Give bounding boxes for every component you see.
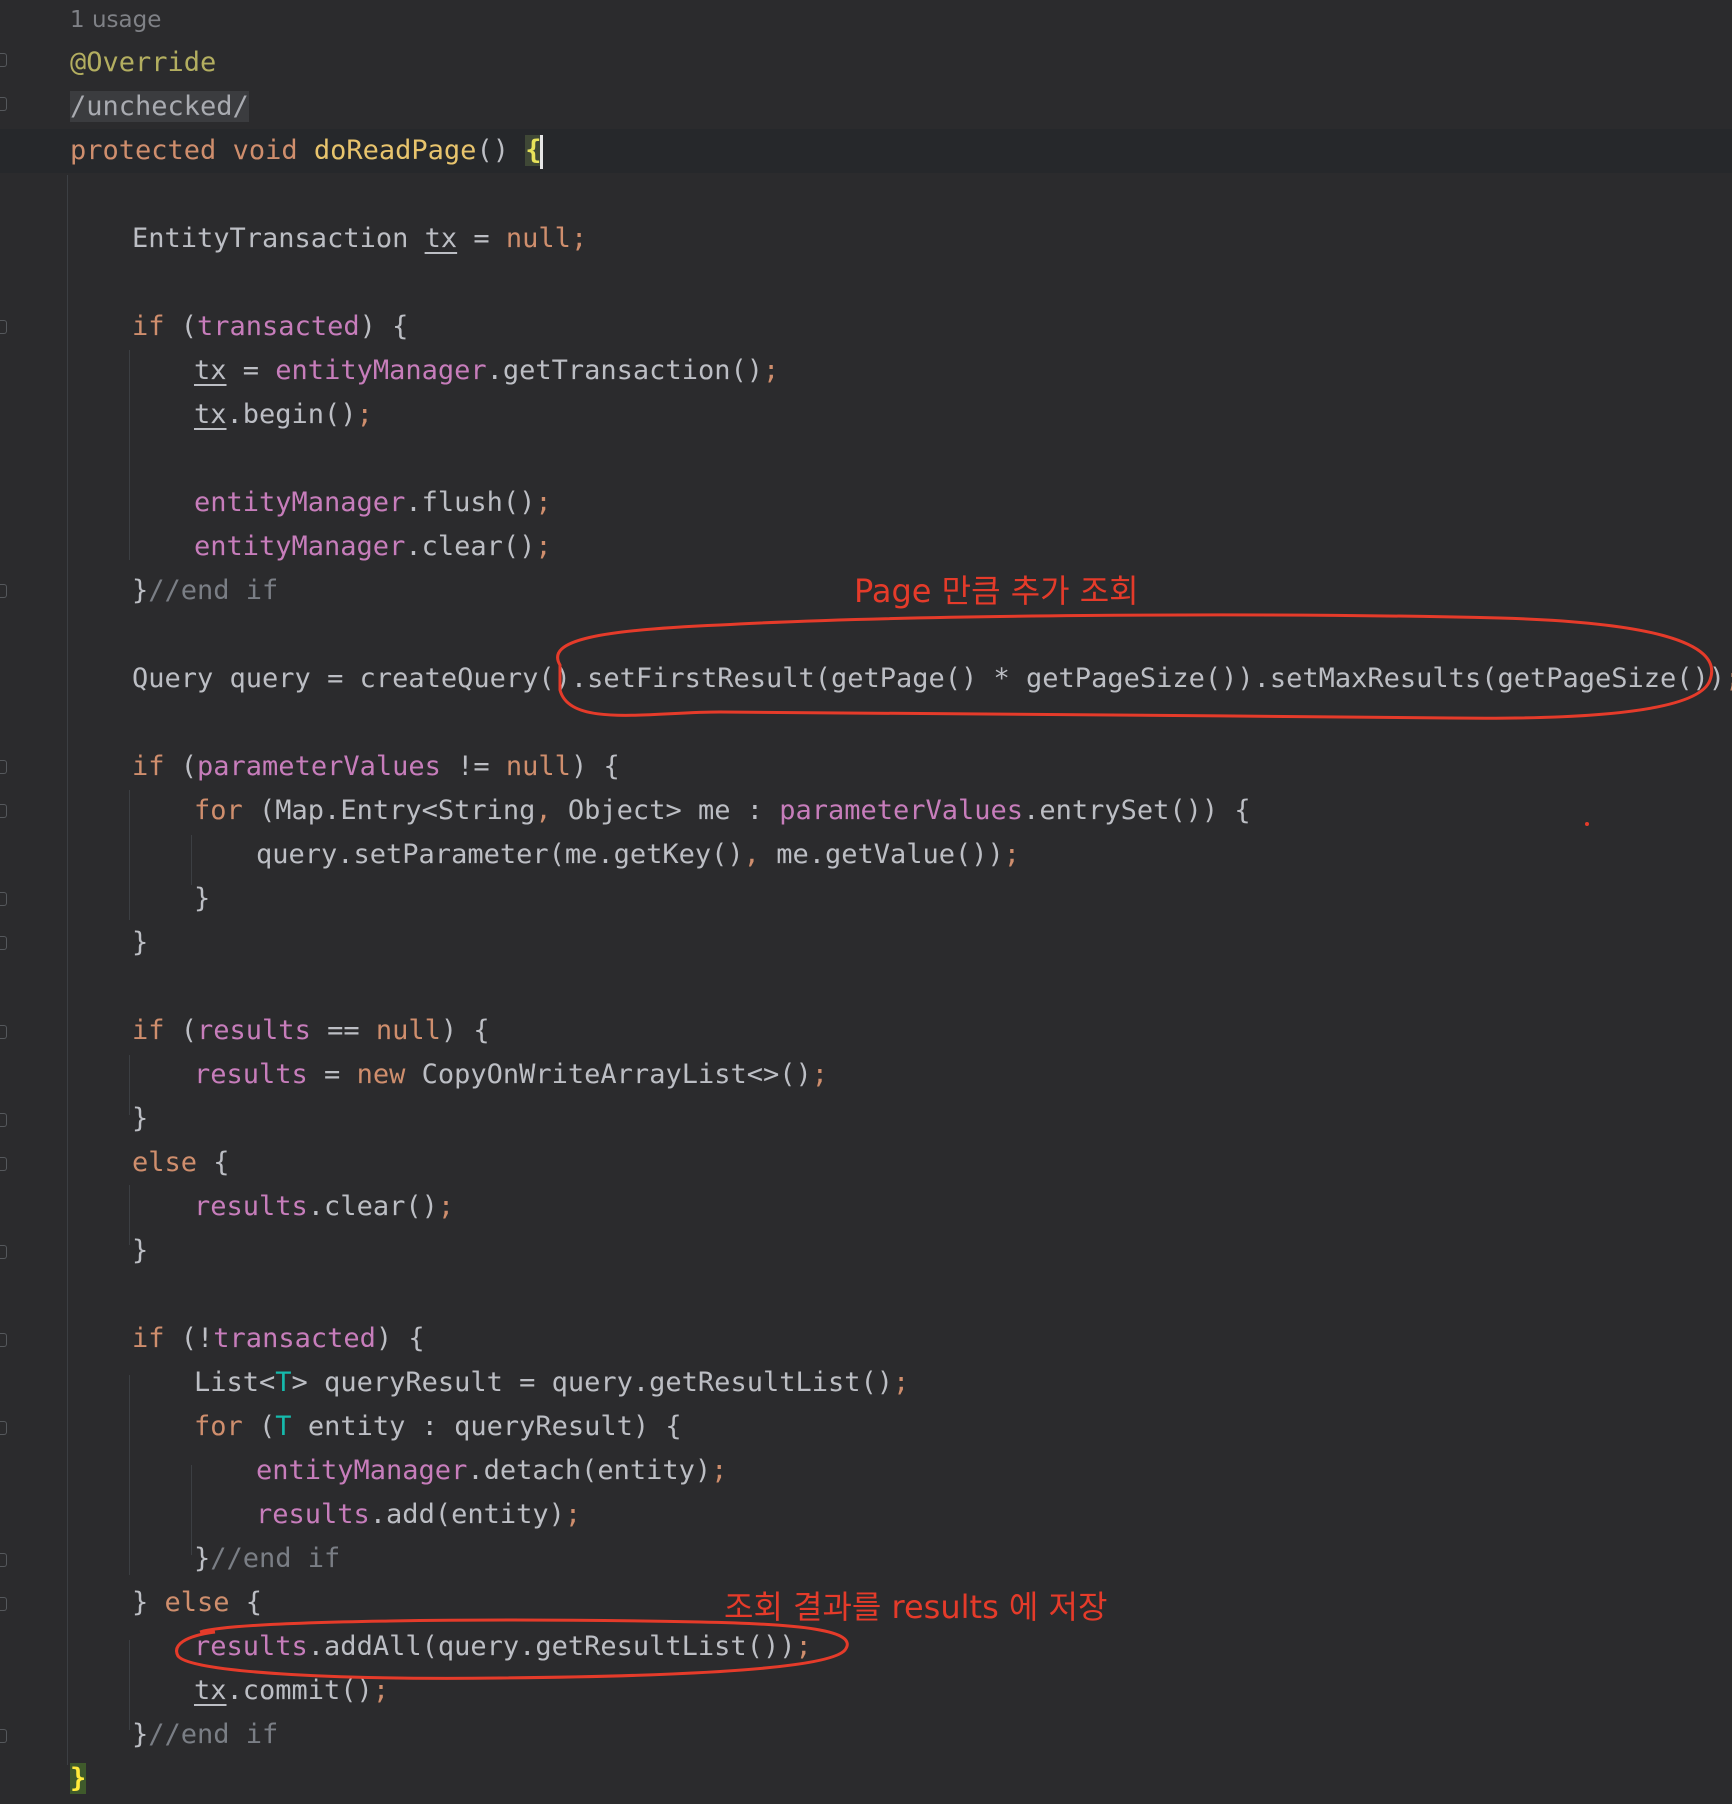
stray-mark [1585,822,1589,826]
annotation-note: Page 만큼 추가 조회 [854,572,1139,610]
annotation-note: 조회 결과를 results 에 저장 [724,1588,1108,1626]
highlight-ellipse [556,613,1714,720]
code-editor[interactable]: 1 usage @Override /unchecked/ protected … [0,0,1732,1804]
highlight-ellipse [175,1618,849,1680]
markup-overlay [175,613,1714,1680]
